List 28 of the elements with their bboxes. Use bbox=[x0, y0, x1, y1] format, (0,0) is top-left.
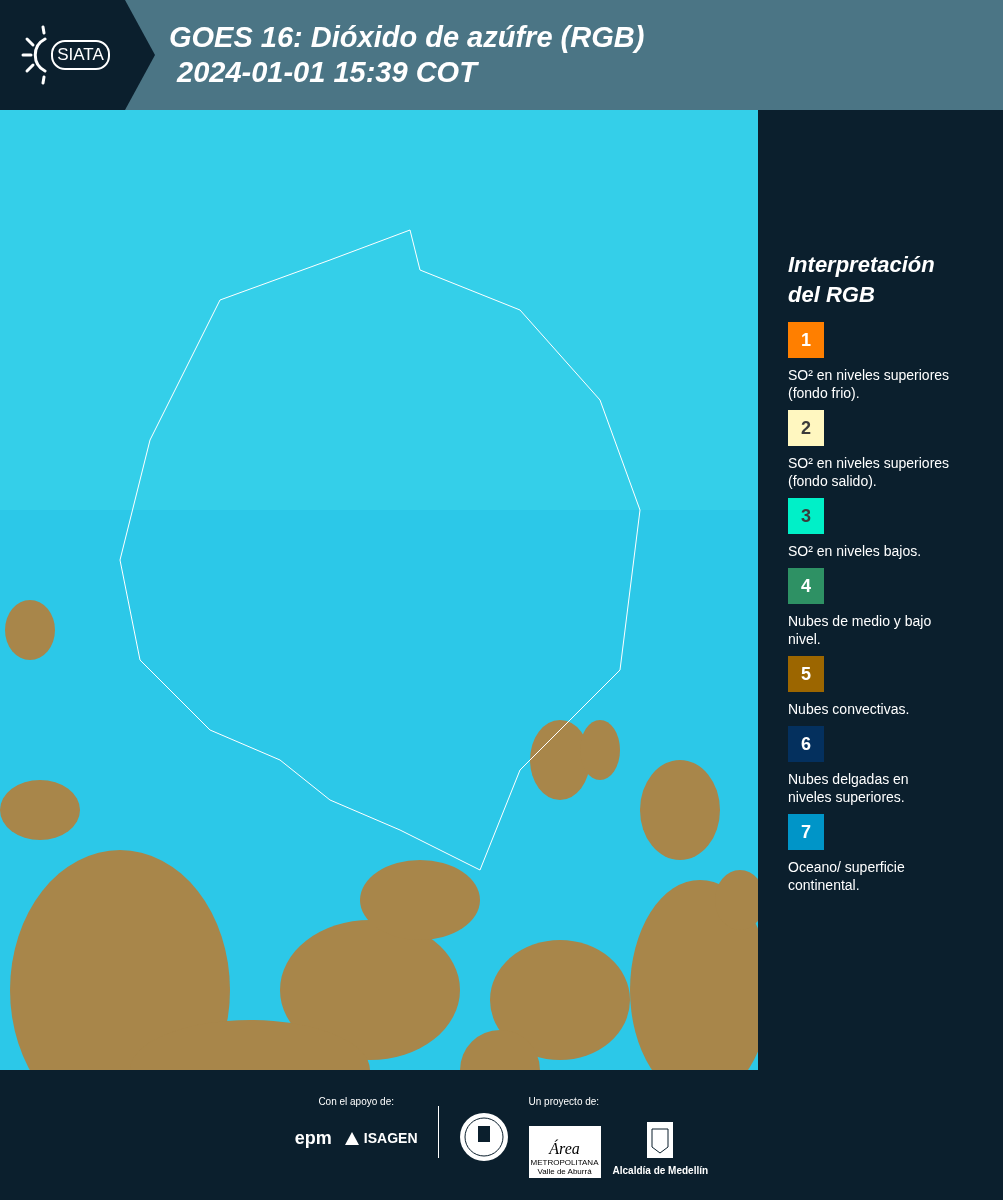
shield-icon bbox=[646, 1121, 675, 1159]
legend-description: Nubes de medio y bajo nivel. bbox=[788, 612, 933, 648]
legend-swatch: 3 bbox=[788, 498, 824, 534]
support-label: Con el apoyo de: bbox=[318, 1095, 394, 1109]
legend-description: Oceano/ superficie continental. bbox=[788, 858, 906, 894]
legend-swatch: 1 bbox=[788, 322, 824, 358]
legend-swatch: 7 bbox=[788, 814, 824, 850]
legend-swatch: 2 bbox=[788, 410, 824, 446]
epm-logo: epm bbox=[294, 1127, 332, 1150]
triangle-logo-icon bbox=[343, 1130, 360, 1147]
legend-description: SO² en niveles superiores (fondo frio). bbox=[788, 366, 951, 402]
legend-description: SO² en niveles bajos. bbox=[788, 542, 923, 560]
alcaldia-logo-text: Alcaldía de Medellín bbox=[612, 1164, 709, 1178]
seal-icon bbox=[458, 1112, 509, 1162]
area-logo: Área METROPOLITANA Valle de Aburrá bbox=[528, 1126, 601, 1178]
legend-description: Nubes delgadas en niveles superiores. bbox=[788, 770, 910, 806]
isagen-logo: ISAGEN bbox=[363, 1129, 418, 1148]
map-title: GOES 16: Dióxido de azúfre (RGB) bbox=[169, 20, 645, 55]
logo-text: SIATA bbox=[51, 40, 110, 70]
sun-icon bbox=[21, 25, 48, 85]
legend-swatch: 6 bbox=[788, 726, 824, 762]
timestamp: 2024-01-01 15:39 COT bbox=[177, 55, 480, 90]
legend-description: Nubes convectivas. bbox=[788, 700, 911, 718]
legend-swatch: 4 bbox=[788, 568, 824, 604]
legend-description: SO² en niveles superiores (fondo salido). bbox=[788, 454, 951, 490]
legend-swatch: 5 bbox=[788, 656, 824, 692]
legend-title: Interpretación del RGB bbox=[788, 251, 936, 309]
project-label: Un proyecto de: bbox=[528, 1095, 601, 1109]
